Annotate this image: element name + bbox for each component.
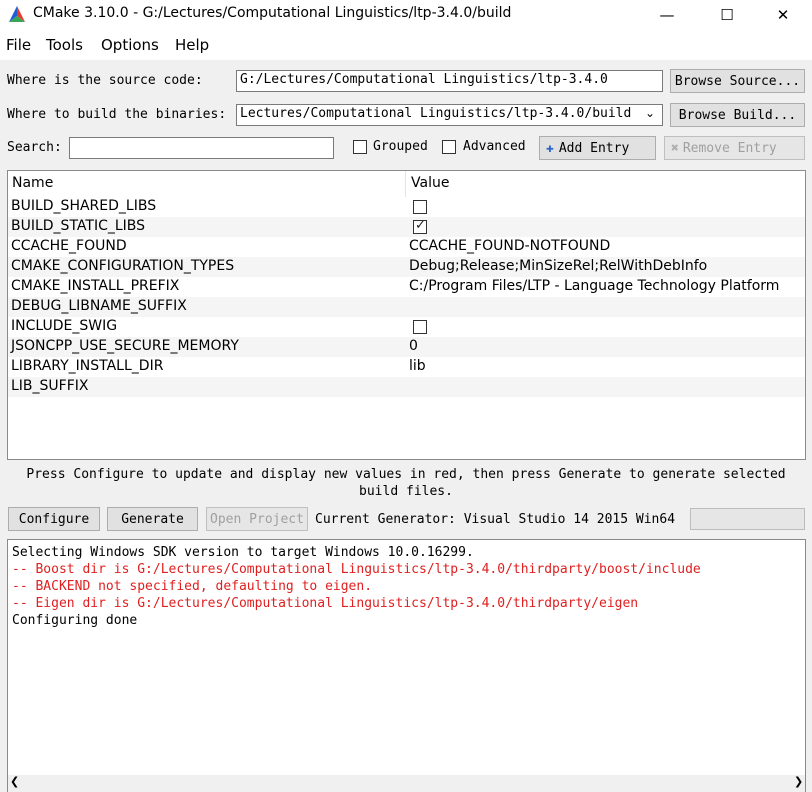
search-label: Search:	[7, 140, 62, 155]
browse-build-button[interactable]: Browse Build...	[670, 103, 805, 127]
table-header	[8, 171, 805, 197]
row-value[interactable]: 0	[409, 338, 418, 354]
row-name: BUILD_STATIC_LIBS	[11, 218, 146, 234]
row-value[interactable]: C:/Program Files/LTP - Language Technolo…	[409, 278, 779, 294]
horizontal-scrollbar[interactable]	[8, 775, 805, 792]
remove-entry-button[interactable]: ✖ Remove Entry	[664, 136, 805, 160]
checkbox-checked[interactable]: ✓	[413, 218, 427, 234]
column-header-name[interactable]: Name	[12, 175, 53, 191]
checkbox-unchecked[interactable]	[413, 200, 427, 214]
minimize-button[interactable]: —	[644, 0, 690, 30]
open-project-button[interactable]: Open Project	[206, 507, 308, 531]
header-divider	[405, 171, 406, 197]
table-row[interactable]	[8, 377, 805, 397]
advanced-label: Advanced	[463, 139, 526, 154]
menu-tools[interactable]: Tools	[46, 36, 83, 54]
row-name: CMAKE_INSTALL_PREFIX	[11, 278, 180, 294]
row-value[interactable]: CCACHE_FOUND-NOTFOUND	[409, 238, 610, 254]
row-name: BUILD_SHARED_LIBS	[11, 198, 157, 214]
menu-file[interactable]: File	[6, 36, 31, 54]
advanced-checkbox[interactable]	[442, 140, 456, 154]
browse-source-button[interactable]: Browse Source...	[670, 69, 805, 93]
scroll-left-icon[interactable]: ❮	[10, 775, 19, 788]
row-name: CCACHE_FOUND	[11, 238, 127, 254]
plus-icon: ✚	[546, 140, 554, 156]
row-value[interactable]: lib	[409, 358, 426, 374]
close-button[interactable]: ✕	[760, 0, 806, 30]
source-path-input[interactable]: G:/Lectures/Computational Linguistics/lt…	[236, 70, 663, 92]
search-input[interactable]	[69, 137, 334, 159]
window-title: CMake 3.10.0 - G:/Lectures/Computational…	[33, 5, 512, 21]
check-icon: ✓	[415, 218, 426, 233]
output-line: Selecting Windows SDK version to target …	[12, 545, 474, 560]
row-name: JSONCPP_USE_SECURE_MEMORY	[11, 338, 239, 354]
progress-bar	[690, 508, 805, 530]
menu-options[interactable]: Options	[101, 36, 159, 54]
add-entry-button[interactable]: ✚ Add Entry	[539, 136, 656, 160]
row-name: LIB_SUFFIX	[11, 378, 89, 394]
configure-button[interactable]: Configure	[8, 507, 100, 531]
output-line: -- BACKEND not specified, defaulting to …	[12, 579, 373, 594]
build-path-value: Lectures/Computational Linguistics/ltp-3…	[240, 106, 632, 121]
grouped-checkbox[interactable]	[353, 140, 367, 154]
table-row[interactable]	[8, 317, 805, 337]
row-name: INCLUDE_SWIG	[11, 318, 118, 334]
column-header-value[interactable]: Value	[411, 175, 449, 191]
row-name: LIBRARY_INSTALL_DIR	[11, 358, 164, 374]
output-line: Configuring done	[12, 613, 138, 628]
remove-icon: ✖	[671, 140, 679, 156]
cmake-logo-icon	[9, 6, 25, 22]
menu-help[interactable]: Help	[175, 36, 209, 54]
maximize-button[interactable]: ☐	[704, 0, 750, 30]
row-name: CMAKE_CONFIGURATION_TYPES	[11, 258, 235, 274]
chevron-down-icon[interactable]: ⌄	[645, 106, 655, 120]
output-line: -- Boost dir is G:/Lectures/Computationa…	[12, 562, 701, 577]
generate-button[interactable]: Generate	[107, 507, 198, 531]
hint-line-1: Press Configure to update and display ne…	[26, 467, 786, 482]
output-line: -- Eigen dir is G:/Lectures/Computationa…	[12, 596, 639, 611]
build-label: Where to build the binaries:	[7, 107, 227, 122]
row-name: DEBUG_LIBNAME_SUFFIX	[11, 298, 187, 314]
row-value[interactable]: Debug;Release;MinSizeRel;RelWithDebInfo	[409, 258, 707, 274]
grouped-label: Grouped	[373, 139, 428, 154]
scroll-right-icon[interactable]: ❯	[794, 775, 803, 788]
remove-entry-label: Remove Entry	[682, 140, 777, 156]
hint-line-2: build files.	[359, 484, 453, 499]
source-label: Where is the source code:	[7, 73, 203, 88]
table-row[interactable]	[8, 237, 805, 257]
checkbox-unchecked[interactable]	[413, 320, 427, 334]
build-path-combobox[interactable]: Lectures/Computational Linguistics/ltp-3…	[236, 104, 663, 126]
add-entry-label: Add Entry	[558, 140, 630, 156]
current-generator-label: Current Generator: Visual Studio 14 2015…	[315, 512, 676, 527]
